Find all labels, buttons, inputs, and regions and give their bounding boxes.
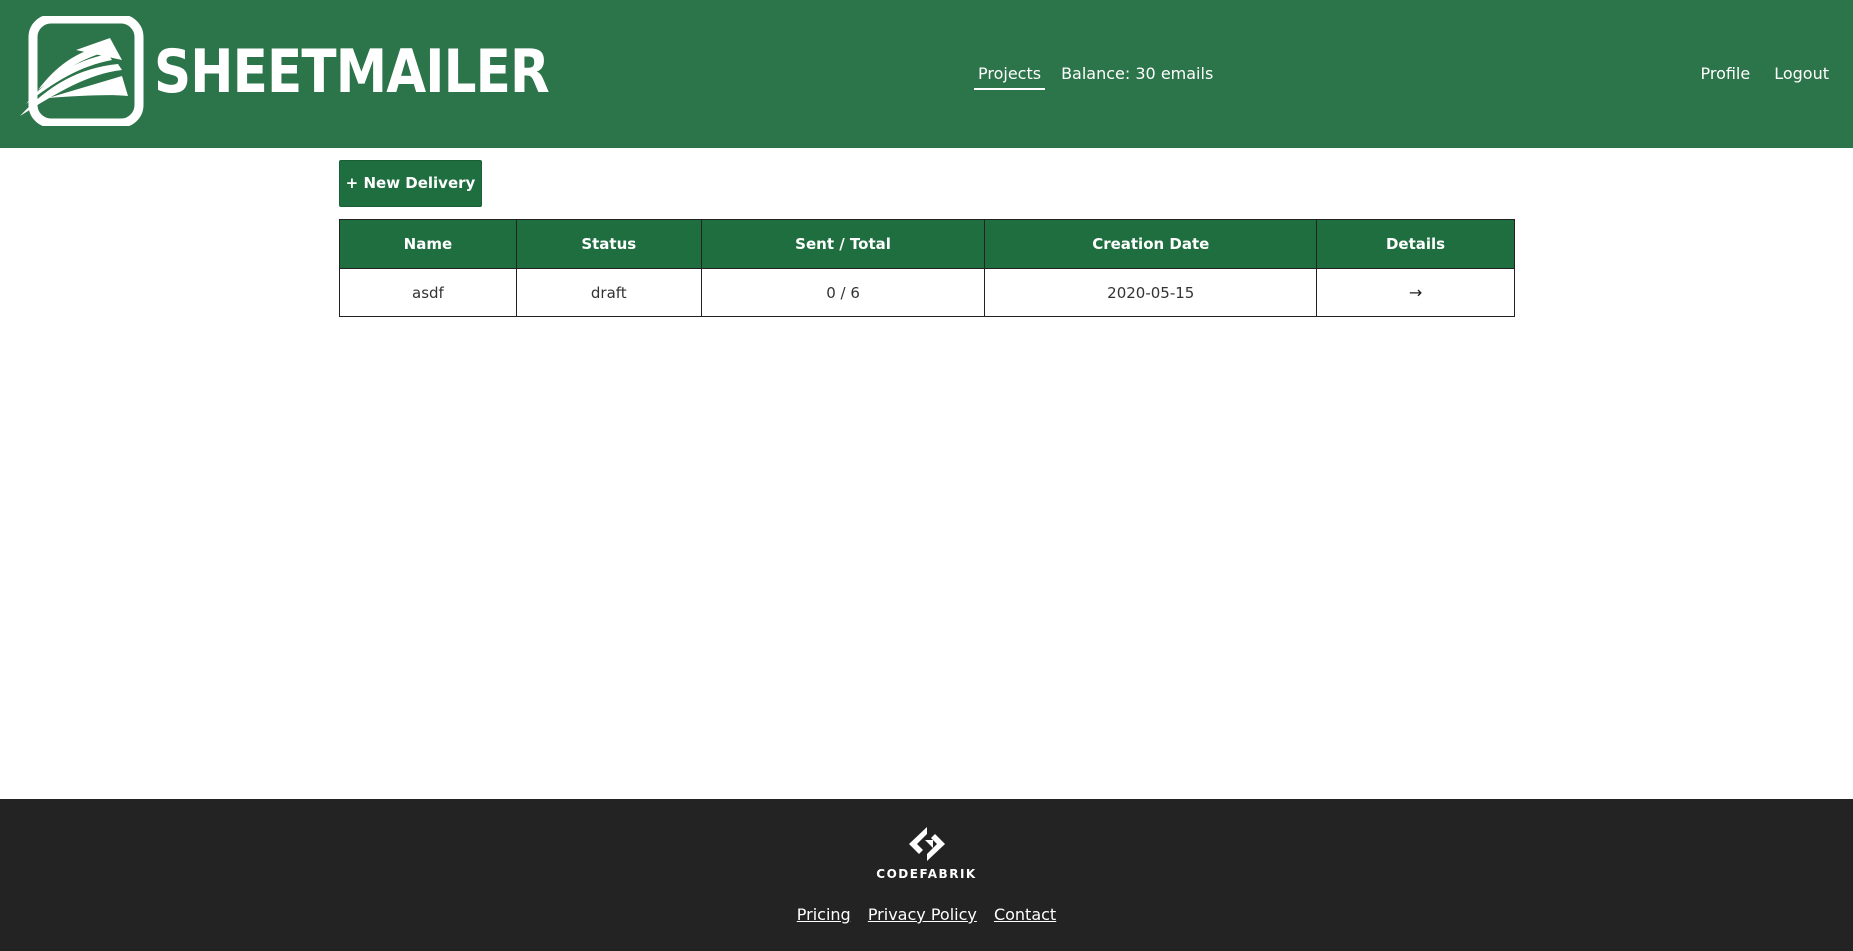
cell-sent-total: 0 / 6 xyxy=(700,268,986,317)
site-header: SHEETMAILER Projects Balance: 30 emails … xyxy=(0,0,1853,148)
balance-text: Balance: 30 emails xyxy=(1061,64,1214,83)
footer-links: Pricing Privacy Policy Contact xyxy=(0,905,1853,924)
column-header-status: Status xyxy=(515,219,702,269)
privacy-policy-link[interactable]: Privacy Policy xyxy=(868,905,977,924)
column-header-details: Details xyxy=(1316,219,1515,269)
cell-creation-date: 2020-05-15 xyxy=(984,268,1318,317)
logout-link[interactable]: Logout xyxy=(1770,62,1833,88)
arrow-right-icon[interactable]: → xyxy=(1409,283,1422,302)
footer-logo[interactable]: CODEFABRIK xyxy=(0,825,1853,881)
profile-link[interactable]: Profile xyxy=(1696,62,1754,88)
table-header-row: Name Status Sent / Total Creation Date D… xyxy=(339,219,1515,269)
main-nav: Projects Balance: 30 emails xyxy=(974,62,1213,92)
codefabrik-logo-icon xyxy=(908,827,945,861)
cell-name: asdf xyxy=(339,268,517,317)
column-header-name: Name xyxy=(339,219,517,269)
pricing-link[interactable]: Pricing xyxy=(797,905,851,924)
column-header-sent-total: Sent / Total xyxy=(700,219,986,269)
column-header-creation-date: Creation Date xyxy=(984,219,1318,269)
new-delivery-button[interactable]: + New Delivery xyxy=(339,160,482,207)
table-row: asdf draft 0 / 6 2020-05-15 → xyxy=(339,268,1515,317)
site-footer: CODEFABRIK Pricing Privacy Policy Contac… xyxy=(0,799,1853,951)
sheetmailer-logo-icon xyxy=(20,16,144,126)
footer-brand-name: CODEFABRIK xyxy=(876,867,977,881)
user-nav: Profile Logout xyxy=(1680,62,1833,88)
contact-link[interactable]: Contact xyxy=(994,905,1056,924)
nav-projects-link[interactable]: Projects xyxy=(974,62,1046,90)
brand-name: SHEETMAILER xyxy=(154,37,550,107)
deliveries-table: Name Status Sent / Total Creation Date D… xyxy=(339,219,1515,317)
page: SHEETMAILER Projects Balance: 30 emails … xyxy=(0,0,1853,951)
cell-status: draft xyxy=(515,268,702,317)
cell-details: → xyxy=(1316,268,1515,317)
logo-link[interactable]: SHEETMAILER xyxy=(18,16,550,126)
